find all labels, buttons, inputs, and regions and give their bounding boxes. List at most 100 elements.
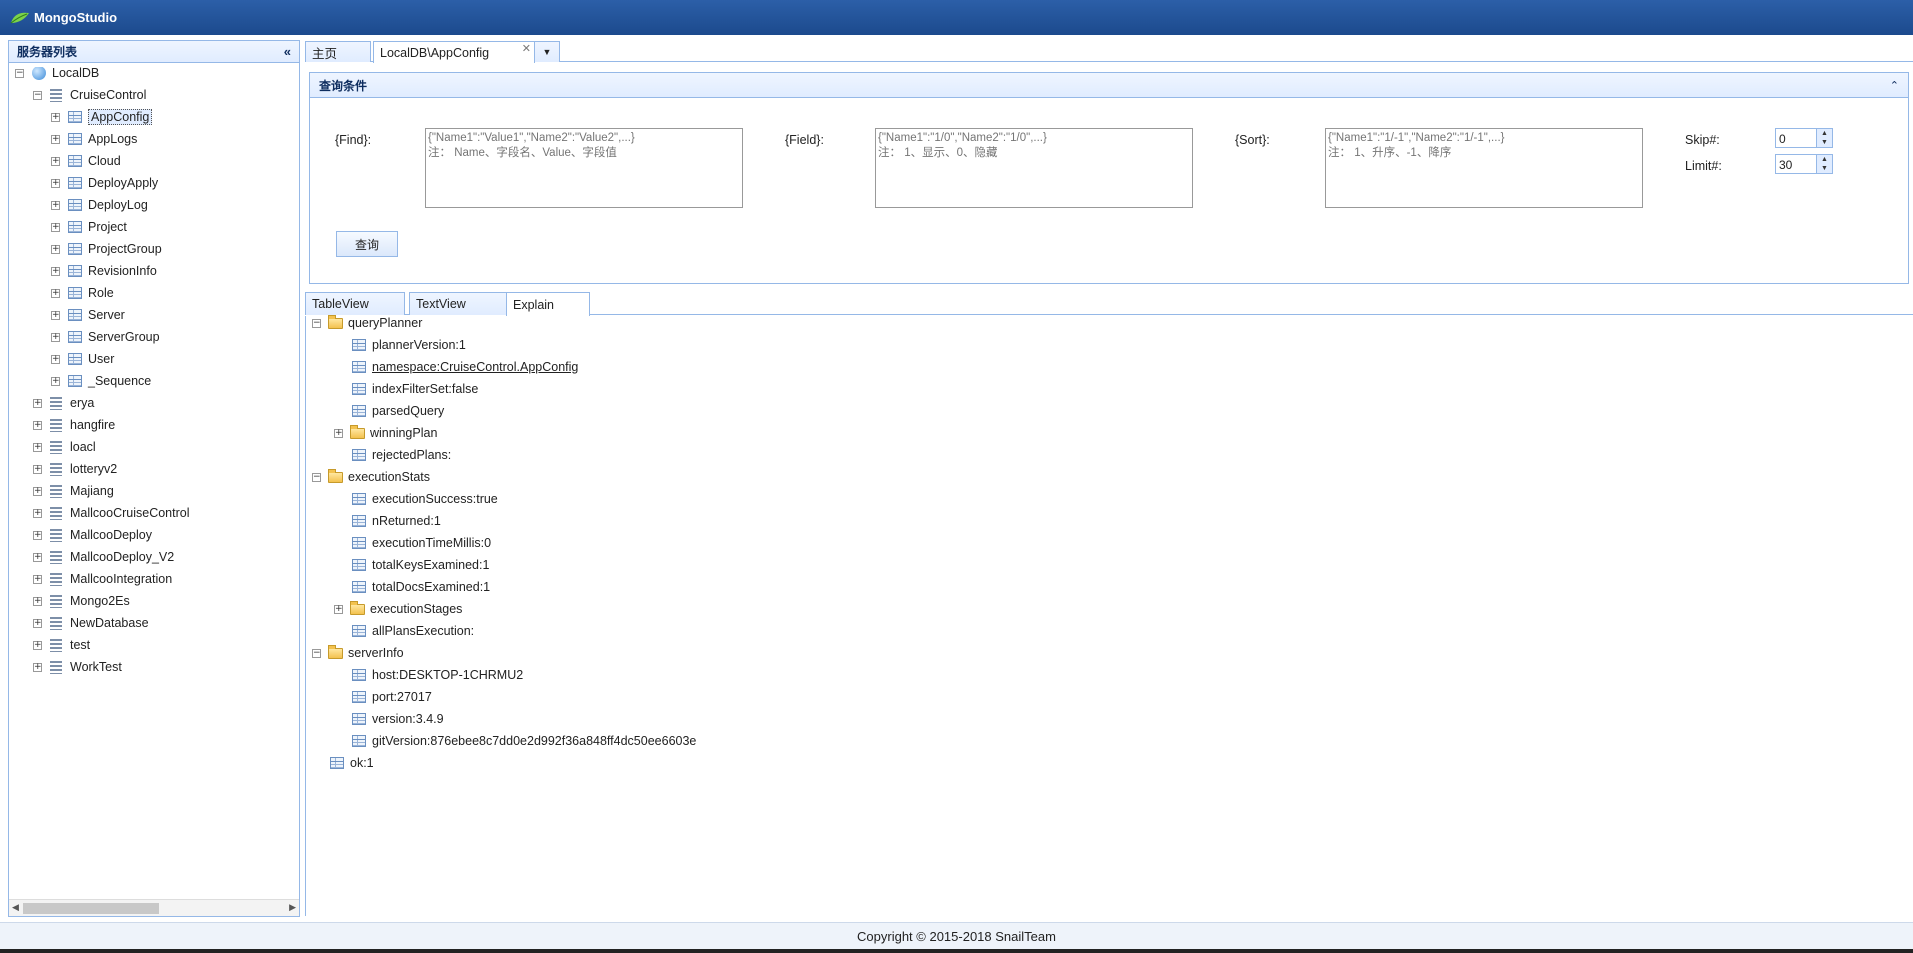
- collapse-icon[interactable]: −: [312, 648, 321, 658]
- tree-item[interactable]: + AppLogs: [51, 129, 137, 149]
- expand-icon[interactable]: +: [334, 428, 343, 438]
- expand-icon[interactable]: +: [51, 376, 60, 386]
- tree-item[interactable]: + test: [33, 635, 90, 655]
- expand-icon[interactable]: +: [33, 508, 42, 518]
- expand-icon[interactable]: +: [33, 662, 42, 672]
- tree-item[interactable]: + lotteryv2: [33, 459, 117, 479]
- tree-item[interactable]: + RevisionInfo: [51, 261, 157, 281]
- tree-item[interactable]: + Project: [51, 217, 127, 237]
- expand-icon[interactable]: +: [33, 574, 42, 584]
- expand-icon[interactable]: +: [51, 222, 60, 232]
- expand-icon[interactable]: +: [51, 288, 60, 298]
- explain-node[interactable]: gitVersion:876ebee8c7dd0e2d992f36a848ff4…: [352, 732, 696, 750]
- expand-icon[interactable]: +: [33, 486, 42, 496]
- tree-item[interactable]: + WorkTest: [33, 657, 122, 677]
- tree-item[interactable]: + DeployApply: [51, 173, 158, 193]
- explain-node[interactable]: + executionStages: [334, 600, 462, 618]
- expand-icon[interactable]: +: [334, 604, 343, 614]
- expand-icon[interactable]: +: [51, 244, 60, 254]
- scroll-left-icon[interactable]: ◀: [12, 902, 19, 913]
- tab-tableview[interactable]: TableView: [305, 292, 405, 315]
- expand-icon[interactable]: +: [33, 464, 42, 474]
- scrollbar-thumb[interactable]: [23, 903, 159, 914]
- tree-item[interactable]: + _Sequence: [51, 371, 151, 391]
- explain-node[interactable]: ok:1: [330, 754, 374, 772]
- tree-item[interactable]: + MallcooCruiseControl: [33, 503, 190, 523]
- expand-icon[interactable]: +: [33, 596, 42, 606]
- tab-dropdown-button[interactable]: ▼: [534, 41, 560, 62]
- expand-icon[interactable]: +: [33, 640, 42, 650]
- explain-node[interactable]: − serverInfo: [312, 644, 404, 662]
- tree-item[interactable]: + MallcooDeploy: [33, 525, 152, 545]
- expand-icon[interactable]: +: [51, 332, 60, 342]
- limit-stepper[interactable]: 30 ▲ ▼: [1775, 154, 1833, 174]
- tree-item[interactable]: − LocalDB: [15, 67, 99, 83]
- expand-icon[interactable]: +: [51, 178, 60, 188]
- expand-icon[interactable]: +: [33, 618, 42, 628]
- limit-stepper-arrows-icon[interactable]: ▲ ▼: [1816, 155, 1832, 173]
- tree-item[interactable]: + Role: [51, 283, 114, 303]
- expand-icon[interactable]: +: [51, 310, 60, 320]
- skip-stepper-arrows-icon[interactable]: ▲ ▼: [1816, 129, 1832, 147]
- query-button[interactable]: 查询: [336, 231, 398, 257]
- collapse-icon[interactable]: −: [15, 68, 24, 78]
- explain-node[interactable]: plannerVersion:1: [352, 336, 466, 354]
- explain-node[interactable]: + winningPlan: [334, 424, 437, 442]
- explain-node[interactable]: parsedQuery: [352, 402, 444, 420]
- tree-item[interactable]: + erya: [33, 393, 94, 413]
- explain-node[interactable]: executionTimeMillis:0: [352, 534, 491, 552]
- explain-node[interactable]: − executionStats: [312, 468, 430, 486]
- expand-icon[interactable]: +: [51, 112, 60, 122]
- skip-stepper[interactable]: 0 ▲ ▼: [1775, 128, 1833, 148]
- tab-appconfig[interactable]: LocalDB\AppConfig ✕: [373, 41, 535, 63]
- explain-node[interactable]: totalKeysExamined:1: [352, 556, 489, 574]
- explain-node[interactable]: allPlansExecution:: [352, 622, 474, 640]
- tree-item[interactable]: + AppConfig: [51, 107, 153, 127]
- expand-icon[interactable]: +: [51, 266, 60, 276]
- tab-explain[interactable]: Explain: [506, 292, 590, 316]
- tree-item[interactable]: + Server: [51, 305, 125, 325]
- explain-node[interactable]: indexFilterSet:false: [352, 380, 478, 398]
- expand-icon[interactable]: +: [33, 442, 42, 452]
- tree-item[interactable]: + MallcooIntegration: [33, 569, 172, 589]
- explain-node[interactable]: executionSuccess:true: [352, 490, 498, 508]
- tree-item[interactable]: + Cloud: [51, 151, 121, 171]
- sort-input[interactable]: [1325, 128, 1643, 208]
- explain-node[interactable]: totalDocsExamined:1: [352, 578, 490, 596]
- explain-node[interactable]: version:3.4.9: [352, 710, 444, 728]
- expand-icon[interactable]: +: [33, 530, 42, 540]
- tree-item[interactable]: + ServerGroup: [51, 327, 160, 347]
- tree-item[interactable]: + NewDatabase: [33, 613, 149, 633]
- tab-home[interactable]: 主页: [305, 41, 371, 62]
- explain-node[interactable]: nReturned:1: [352, 512, 441, 530]
- tree-item[interactable]: + loacl: [33, 437, 96, 457]
- explain-node[interactable]: host:DESKTOP-1CHRMU2: [352, 666, 523, 684]
- tree-item[interactable]: + hangfire: [33, 415, 115, 435]
- collapse-query-icon[interactable]: ⌃: [1890, 79, 1899, 92]
- horizontal-scrollbar[interactable]: ◀ ▶: [9, 899, 299, 916]
- field-input[interactable]: [875, 128, 1193, 208]
- expand-icon[interactable]: +: [51, 134, 60, 144]
- tree-item[interactable]: − CruiseControl: [33, 85, 146, 105]
- tree-item[interactable]: + DeployLog: [51, 195, 148, 215]
- explain-node[interactable]: − queryPlanner: [312, 314, 422, 332]
- close-tab-icon[interactable]: ✕: [522, 42, 531, 55]
- find-input[interactable]: [425, 128, 743, 208]
- scroll-right-icon[interactable]: ▶: [289, 902, 296, 913]
- tree-item[interactable]: + Mongo2Es: [33, 591, 130, 611]
- collapse-icon[interactable]: −: [312, 472, 321, 482]
- tab-textview[interactable]: TextView: [409, 292, 509, 315]
- expand-icon[interactable]: +: [51, 200, 60, 210]
- explain-node[interactable]: rejectedPlans:: [352, 446, 451, 464]
- collapse-icon[interactable]: −: [33, 90, 42, 100]
- collapse-panel-icon[interactable]: «: [284, 44, 291, 59]
- expand-icon[interactable]: +: [33, 552, 42, 562]
- tree-item[interactable]: + Majiang: [33, 481, 114, 501]
- expand-icon[interactable]: +: [33, 420, 42, 430]
- collapse-icon[interactable]: −: [312, 318, 321, 328]
- explain-node[interactable]: namespace:CruiseControl.AppConfig: [352, 358, 578, 376]
- tree-item[interactable]: + MallcooDeploy_V2: [33, 547, 174, 567]
- tree-item[interactable]: + User: [51, 349, 114, 369]
- expand-icon[interactable]: +: [33, 398, 42, 408]
- expand-icon[interactable]: +: [51, 354, 60, 364]
